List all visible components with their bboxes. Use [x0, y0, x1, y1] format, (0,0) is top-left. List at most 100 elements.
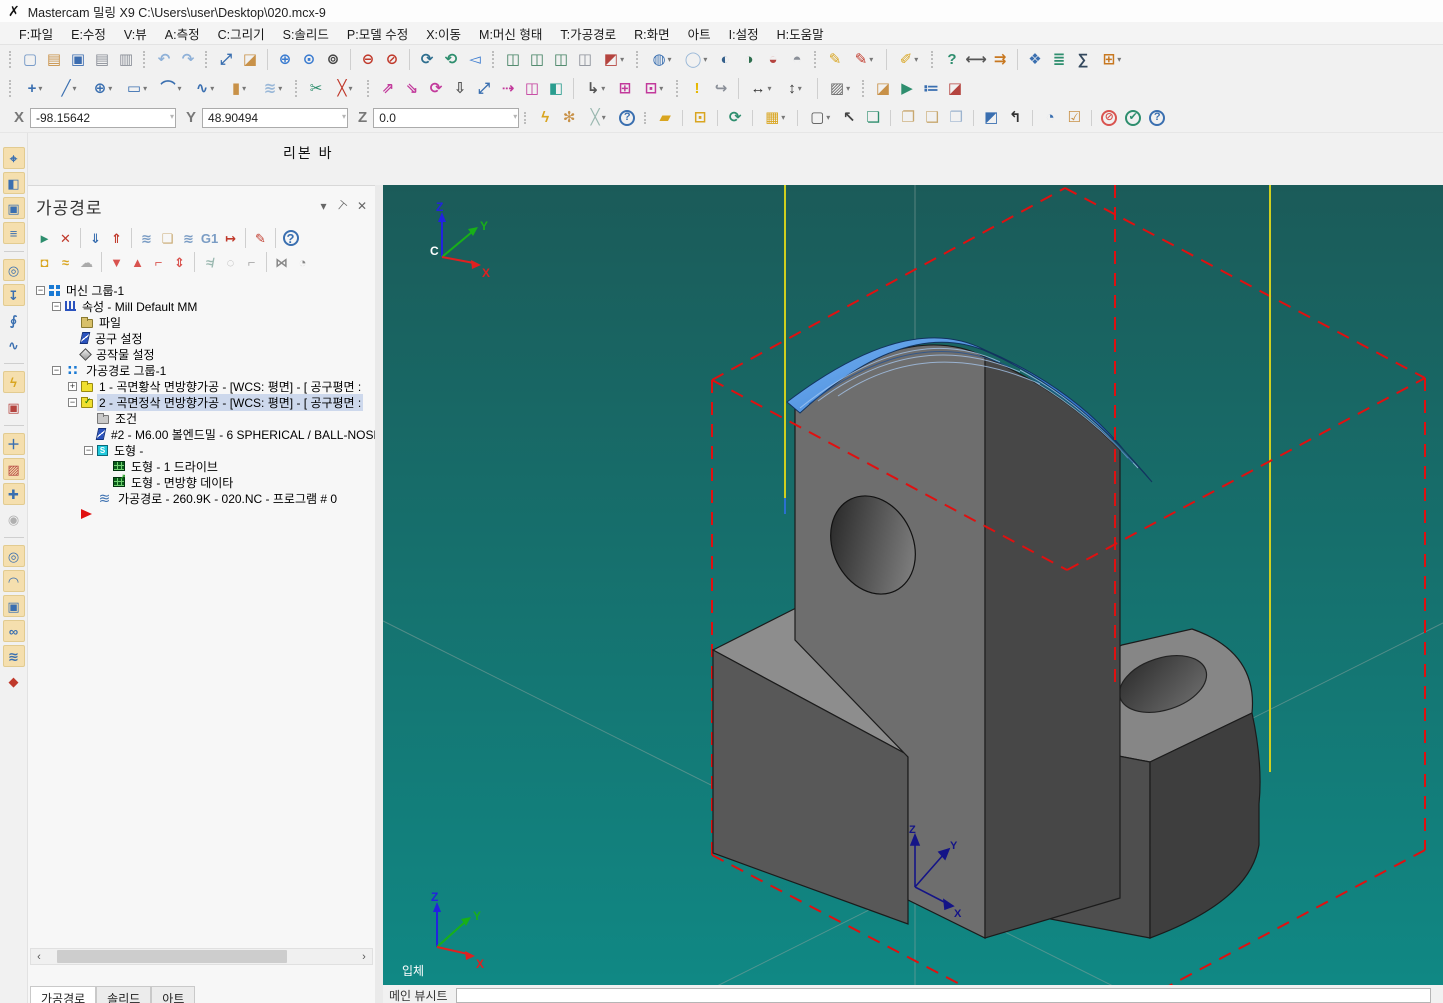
- graphics-viewport[interactable]: Z Y X Z Y X C Z Y X 입체: [382, 185, 1443, 1003]
- ghost-icon[interactable]: ☁: [76, 252, 97, 273]
- tp-pocket-rest-icon[interactable]: ▣: [3, 396, 25, 418]
- solid-select-face-icon[interactable]: ❏: [861, 106, 885, 130]
- menu-solids[interactable]: S:솔리드: [274, 21, 338, 46]
- tab-solids[interactable]: 솔리드: [96, 986, 152, 1003]
- tp-waves-icon[interactable]: ≋: [2, 645, 25, 667]
- time-estimate-icon[interactable]: ⋈: [271, 252, 292, 273]
- hatch-icon[interactable]: ▨: [823, 77, 857, 101]
- view-iso-icon[interactable]: ◫: [573, 48, 597, 72]
- tree-op-1[interactable]: + 1 - 곡면황삭 면방향가공 - [WCS: 평면] - [ 공구평면 :: [28, 378, 375, 394]
- tab-art[interactable]: 아트: [151, 986, 196, 1003]
- solid-select-mixed-icon[interactable]: ◩: [979, 106, 1003, 130]
- unselect-ops-icon[interactable]: ✕: [55, 228, 76, 249]
- tp-circle-mill-icon[interactable]: ◎: [2, 259, 25, 281]
- refresh-selection-icon[interactable]: ⟳: [723, 106, 747, 130]
- menu-settings[interactable]: I:설정: [720, 21, 768, 46]
- expand-toggle[interactable]: −: [52, 365, 61, 375]
- xform-rotate-icon[interactable]: ⟳: [424, 77, 448, 101]
- generate-toolpath-icon[interactable]: ▶: [895, 77, 919, 101]
- tp-spiral-icon[interactable]: ◎: [2, 545, 25, 567]
- grid-pattern-icon[interactable]: ⊞: [613, 77, 637, 101]
- menu-edit[interactable]: E:수정: [62, 21, 115, 46]
- attributes-multi-icon[interactable]: ✎: [847, 48, 881, 72]
- wcs-globe-icon[interactable]: ◍: [645, 48, 679, 72]
- attribute-pencil-icon[interactable]: ✎: [823, 48, 847, 72]
- menu-create[interactable]: C:그리기: [209, 21, 274, 46]
- menu-analyze[interactable]: A:측정: [156, 21, 209, 46]
- view-side-icon[interactable]: ◫: [549, 48, 573, 72]
- expand-toggle[interactable]: −: [84, 445, 93, 455]
- note-icon[interactable]: ↪: [709, 77, 733, 101]
- solid-select-body-icon[interactable]: ❐: [896, 106, 920, 130]
- tab-toolpaths[interactable]: 가공경로: [30, 986, 97, 1003]
- roll-icon[interactable]: ↳: [579, 77, 613, 101]
- tool-export-icon[interactable]: ↦: [220, 228, 241, 249]
- tool-x-icon[interactable]: ⇑: [106, 228, 127, 249]
- tree-stock-setup[interactable]: 공작물 설정: [28, 346, 375, 362]
- tree-geometry[interactable]: − 도형 -: [28, 442, 375, 458]
- create-point-icon[interactable]: +: [18, 77, 52, 101]
- select-window-icon[interactable]: ▢: [803, 106, 837, 130]
- trim-toolpath-icon[interactable]: ≉: [199, 252, 220, 273]
- tree-geometry-data[interactable]: 도형 - 면방향 데이타: [28, 473, 375, 490]
- dim-vertical-icon[interactable]: ↕: [778, 77, 812, 101]
- viewsheet-tab[interactable]: [455, 987, 1431, 1003]
- xform-translate-icon[interactable]: ⇗: [376, 77, 400, 101]
- machine-def-icon[interactable]: ◪: [871, 77, 895, 101]
- zoom-target-icon[interactable]: ⊙: [297, 48, 321, 72]
- autocursor-icon[interactable]: ϟ: [533, 106, 557, 130]
- tool-display-icon[interactable]: ⌐: [241, 252, 262, 273]
- sigma-icon[interactable]: ∑: [1071, 48, 1095, 72]
- post-g1-icon[interactable]: G1: [199, 228, 220, 249]
- repaint-icon[interactable]: ◪: [238, 48, 262, 72]
- lock-icon[interactable]: ◘: [34, 252, 55, 273]
- z-coord-dropdown-icon[interactable]: ▾: [513, 112, 517, 121]
- open-file-icon[interactable]: ▤: [42, 48, 66, 72]
- expand-toggle[interactable]: +: [68, 381, 77, 391]
- close-icon[interactable]: ✕: [357, 199, 367, 213]
- select-timeout-icon[interactable]: ◔: [1038, 106, 1062, 130]
- expand-toggle[interactable]: −: [68, 397, 77, 407]
- tp-face-icon[interactable]: ◧: [2, 172, 25, 194]
- xform-split-icon[interactable]: ◫: [520, 77, 544, 101]
- pie-edit-icon[interactable]: ◔: [292, 252, 313, 273]
- unzoom-window-icon[interactable]: ⊖: [356, 48, 380, 72]
- toolpath-list-icon[interactable]: ≔: [919, 77, 943, 101]
- new-file-icon[interactable]: ▢: [18, 48, 42, 72]
- scroll-thumb[interactable]: [57, 950, 287, 963]
- panel-help-icon[interactable]: ?: [280, 228, 301, 249]
- analyze-chain-icon[interactable]: ⇉: [988, 48, 1012, 72]
- analyze-distance-icon[interactable]: ⟷: [964, 48, 988, 72]
- scroll-left-icon[interactable]: ‹: [31, 951, 47, 963]
- pin-icon[interactable]: ⊤: [333, 197, 350, 214]
- dim-horizontal-icon[interactable]: ↔: [744, 77, 778, 101]
- fit-screen-icon[interactable]: ⤢: [214, 48, 238, 72]
- x-coord-input[interactable]: [30, 107, 177, 128]
- expand-toggle[interactable]: −: [36, 285, 45, 295]
- tree-toolpath-file[interactable]: 가공경로 - 260.9K - 020.NC - 프로그램 # 0: [28, 490, 375, 506]
- move-up-icon[interactable]: ▲: [127, 252, 148, 273]
- backplot-icon[interactable]: ≋: [136, 228, 157, 249]
- tree-tool-2[interactable]: #2 - M6.00 볼엔드밀 - 6 SPHERICAL / BALL-NOS…: [28, 426, 375, 442]
- y-coord-input[interactable]: [202, 107, 349, 128]
- xform-project-icon[interactable]: ⇩: [448, 77, 472, 101]
- viewport-canvas[interactable]: Z Y X Z Y X C Z Y X 입체: [382, 185, 1443, 1003]
- zoom-select-icon[interactable]: ⊚: [321, 48, 345, 72]
- insert-here-icon[interactable]: ⌐: [148, 252, 169, 273]
- x-coord-dropdown-icon[interactable]: ▾: [170, 112, 174, 121]
- regen-icon[interactable]: ≋: [178, 228, 199, 249]
- undo-icon[interactable]: ↶: [152, 48, 176, 72]
- highlight-icon[interactable]: !: [685, 77, 709, 101]
- feature-pencil-icon[interactable]: ✐: [892, 48, 926, 72]
- y-coord-dropdown-icon[interactable]: ▾: [342, 112, 346, 121]
- orient-view-icon[interactable]: ◅: [463, 48, 487, 72]
- tp-pocket-icon[interactable]: ▣: [2, 197, 25, 219]
- tree-parameters[interactable]: 조건: [28, 410, 375, 426]
- menu-xform[interactable]: X:이동: [417, 21, 470, 46]
- tp-new-op-icon[interactable]: ＋: [2, 433, 25, 455]
- menu-help[interactable]: H:도움말: [768, 21, 833, 46]
- xform-scale-icon[interactable]: ⤢: [472, 77, 496, 101]
- ops-manager-icon[interactable]: ≣: [1047, 48, 1071, 72]
- shade-wireframe-icon[interactable]: ◐: [713, 48, 737, 72]
- menu-view[interactable]: V:뷰: [115, 21, 156, 46]
